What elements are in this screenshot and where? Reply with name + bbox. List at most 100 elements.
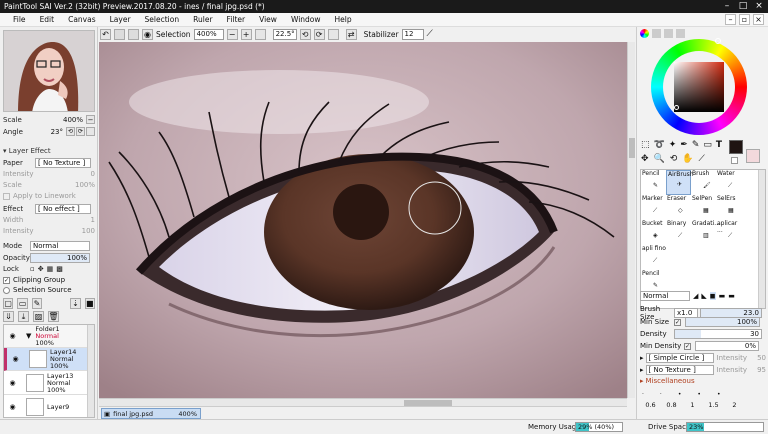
texture-intensity-value[interactable]: 95	[757, 366, 766, 374]
document-tab[interactable]: ▣ final jpg.psd 400%	[101, 408, 201, 419]
tip-shape-1-icon[interactable]: ◢	[693, 292, 698, 300]
min-density-slider[interactable]: 0%	[695, 341, 759, 351]
menu-edit[interactable]: Edit	[33, 15, 62, 24]
magic-wand-icon[interactable]: ✦	[669, 140, 677, 150]
scale-effect-value[interactable]: 100%	[75, 181, 95, 189]
maximize-icon[interactable]: □	[738, 1, 748, 11]
brush-texture-select[interactable]: [ No Texture ]	[645, 365, 714, 375]
layer-merge-icon[interactable]: ⇣	[70, 298, 81, 309]
layer-item-layer14[interactable]: ◉ Layer14 Normal 100%	[4, 348, 88, 371]
lock-paint-icon[interactable]: ▦	[47, 265, 54, 273]
size-dot-icon[interactable]: •	[717, 391, 721, 398]
doc-close-icon[interactable]: ×	[753, 14, 764, 25]
line-tool-icon[interactable]: ⟋	[427, 29, 433, 39]
minimize-icon[interactable]: –	[722, 1, 732, 11]
rect-select-icon[interactable]: ⬚	[641, 140, 650, 150]
selection-source-row[interactable]: Selection Source	[3, 286, 72, 294]
layer-mask-icon[interactable]: ■	[84, 298, 96, 309]
canvas-horizontal-scrollbar[interactable]	[99, 398, 627, 406]
visibility-eye-icon[interactable]: ◉	[7, 331, 18, 342]
scale-minus-icon[interactable]: −	[86, 115, 95, 124]
rotate-left-icon[interactable]: ⟲	[299, 28, 311, 40]
doc-minimize-icon[interactable]: –	[725, 14, 736, 25]
tool-pencil[interactable]: Pencil ✎	[641, 170, 666, 195]
eyedropper-icon[interactable]: ⟋	[699, 154, 705, 164]
visibility-eye-icon[interactable]: ◉	[7, 402, 18, 413]
brush-shape-expand-icon[interactable]: ▸	[640, 354, 644, 362]
tool-binary[interactable]: Binary ⟋	[666, 220, 691, 245]
density-slider[interactable]: 30	[674, 329, 762, 339]
zoom-reset-icon[interactable]	[254, 28, 266, 40]
merge-down-icon[interactable]: ⤓	[18, 311, 29, 322]
layer-item-folder1[interactable]: ◉ ▼ Folder1 Normal 100%	[4, 325, 88, 348]
rotate-reset-icon[interactable]	[327, 28, 339, 40]
primary-color-swatch[interactable]	[729, 140, 743, 154]
zoom-out-icon[interactable]: −	[226, 28, 238, 40]
zoom-in-icon[interactable]: +	[240, 28, 252, 40]
text-tool-icon[interactable]: T	[716, 140, 722, 150]
tool-bucket[interactable]: Bucket ◈	[641, 220, 666, 245]
size-preset-label[interactable]: 2	[724, 401, 745, 409]
apply-linework-row[interactable]: Apply to Linework	[3, 192, 95, 200]
tip-shape-2-icon[interactable]: ◣	[701, 292, 706, 300]
stabilizer-select[interactable]: 12	[401, 28, 424, 40]
color-square[interactable]	[674, 62, 724, 112]
clear-layer-icon[interactable]: ▨	[33, 311, 44, 322]
width-value[interactable]: 1	[91, 216, 95, 224]
menu-window[interactable]: Window	[284, 15, 328, 24]
menu-help[interactable]: Help	[328, 15, 359, 24]
pencil-tool-icon[interactable]: ✎	[692, 140, 700, 150]
tool-grid-scrollbar[interactable]	[758, 170, 765, 308]
menu-canvas[interactable]: Canvas	[61, 15, 103, 24]
new-linework-icon[interactable]: ✎	[31, 298, 43, 309]
tool-selpen[interactable]: SelPen ▦	[691, 195, 716, 220]
clipping-group-checkbox[interactable]: ✓	[3, 276, 10, 284]
rotate-tool-icon[interactable]: ⟲	[670, 154, 678, 164]
min-density-checkbox[interactable]: ✓	[684, 342, 691, 350]
hand-icon[interactable]: ✋	[682, 154, 693, 164]
visibility-eye-icon[interactable]: ◉	[10, 354, 21, 365]
tip-shape-5-icon[interactable]: ▬	[728, 292, 735, 300]
delete-layer-icon[interactable]: 🗑	[48, 311, 59, 322]
opacity-slider[interactable]: 100%	[30, 253, 90, 263]
min-size-checkbox[interactable]: ✓	[674, 318, 681, 326]
brush-mode-select[interactable]: Normal	[640, 291, 690, 301]
mode-select[interactable]: Normal	[30, 241, 90, 251]
undo-icon[interactable]: ↶	[100, 28, 111, 40]
transparent-color-swatch[interactable]	[731, 157, 738, 164]
lock-pixels-icon[interactable]: ▫	[30, 265, 35, 273]
transfer-down-icon[interactable]: ⇓	[3, 311, 14, 322]
intensity-value[interactable]: 0	[91, 170, 95, 178]
tool-eraser[interactable]: Eraser ◇	[666, 195, 691, 220]
selection-source-checkbox[interactable]	[3, 286, 10, 294]
tool-airbrush[interactable]: AirBrush ✈	[666, 170, 694, 195]
size-preset-label[interactable]: 1.5	[703, 401, 724, 409]
flip-icon[interactable]: ⇄	[345, 28, 357, 40]
hsv-slider-icon[interactable]	[664, 29, 673, 38]
size-dot-icon[interactable]: •	[697, 391, 701, 398]
apply-linework-checkbox[interactable]	[3, 192, 10, 200]
tool-water[interactable]: Water ⟋	[716, 170, 741, 195]
layer-item-layer13[interactable]: ◉ Layer13 Normal 100%	[4, 372, 88, 395]
angle-zero-icon[interactable]	[86, 127, 95, 136]
canvas-vertical-scrollbar[interactable]	[627, 42, 635, 398]
visibility-eye-icon[interactable]: ◉	[7, 378, 18, 389]
blank-icon[interactable]	[128, 28, 139, 40]
shape-icon[interactable]: ▭	[703, 140, 712, 150]
min-size-slider[interactable]: 100%	[685, 317, 760, 327]
size-preset-label[interactable]: 0.8	[661, 401, 682, 409]
tip-shape-3-icon[interactable]: ◼	[709, 292, 716, 300]
redo-icon[interactable]	[114, 28, 125, 40]
angle-reset-icon[interactable]: ⟲	[66, 127, 75, 136]
eye-icon[interactable]: ◉	[142, 28, 153, 40]
effect-select[interactable]: [ No effect ]	[35, 204, 91, 214]
size-preset-label[interactable]: 0.6	[640, 401, 661, 409]
clipping-group-row[interactable]: ✓ Clipping Group	[3, 276, 65, 284]
brush-shape-select[interactable]: [ Simple Circle ]	[645, 353, 714, 363]
tip-shape-4-icon[interactable]: ▬	[719, 292, 726, 300]
size-dot-icon[interactable]: ·	[642, 391, 644, 398]
layer-item-layer9[interactable]: ◉ Layer9	[4, 396, 88, 417]
vscroll-thumb[interactable]	[629, 138, 635, 158]
folder-expand-icon[interactable]: ▼	[26, 332, 31, 340]
size-preset-label[interactable]: 1	[682, 401, 703, 409]
